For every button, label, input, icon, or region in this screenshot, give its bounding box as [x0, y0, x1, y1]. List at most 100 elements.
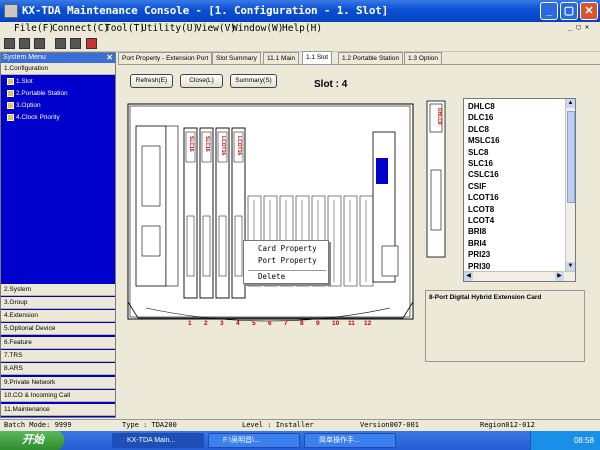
- taskbar: 开始 KX-TDA Main... F:\吴明昌\... 简单操作手... 08…: [0, 431, 600, 450]
- scroll-thumb[interactable]: [567, 111, 575, 203]
- slot-number: 3: [220, 320, 224, 327]
- vertical-scrollbar[interactable]: ▲ ▼: [565, 99, 575, 271]
- slot-number: 10: [332, 320, 340, 327]
- tree-item-slot[interactable]: 1.Slot: [7, 77, 33, 87]
- category-group[interactable]: 3.Group: [1, 297, 115, 309]
- card-type-item[interactable]: CSIF: [468, 182, 486, 191]
- card-type-item[interactable]: DLC8: [468, 125, 489, 134]
- tab-portable-station[interactable]: 1.2 Portable Station: [338, 52, 404, 64]
- tab-main[interactable]: 11.1 Main: [263, 52, 300, 64]
- category-optional-device[interactable]: 5.Optional Device: [1, 323, 115, 335]
- slot-11[interactable]: [343, 195, 358, 287]
- menu-file[interactable]: File(F): [14, 23, 54, 34]
- slot-10[interactable]: [327, 195, 342, 287]
- category-maintenance[interactable]: 11.Maintenance: [1, 404, 115, 416]
- slot-12[interactable]: [359, 195, 374, 287]
- scroll-up-icon[interactable]: ▲: [566, 99, 575, 108]
- slot-number: 6: [268, 320, 272, 327]
- card-type-item[interactable]: CSLC16: [468, 170, 499, 179]
- tab-port-property[interactable]: Port Property - Extension Port: [118, 52, 213, 64]
- minimize-button[interactable]: _: [540, 2, 558, 20]
- card-description: 8-Port Digital Hybrid Extension Card: [429, 294, 542, 301]
- mdi-controls[interactable]: _ ▢ ✕: [568, 23, 589, 31]
- menu-tool[interactable]: Tool(T): [105, 23, 145, 34]
- close-button[interactable]: Close(L): [180, 74, 223, 88]
- tab-slot-summary[interactable]: Slot Summary: [212, 52, 261, 64]
- card-type-item[interactable]: SLC16: [468, 159, 493, 168]
- slot-1[interactable]: SLC16: [183, 127, 198, 299]
- status-version: Version007-001: [360, 421, 420, 429]
- close-icon[interactable]: ✕: [106, 53, 113, 63]
- menu-item-delete[interactable]: Delete: [258, 272, 285, 281]
- menu-bar: File(F) Connect(C) Tool(T) Utility(U) Vi…: [0, 22, 600, 36]
- slot-number: 12: [364, 320, 372, 327]
- menu-view[interactable]: View(V): [196, 23, 236, 34]
- category-ars[interactable]: 8.ARS: [1, 363, 115, 375]
- card-type-item[interactable]: LCOT4: [468, 216, 494, 225]
- side-card-diagram[interactable]: DHLC8: [426, 100, 448, 260]
- tree-item-clock-priority[interactable]: 4.Clock Priority: [7, 113, 60, 123]
- scroll-left-icon[interactable]: ◀: [464, 272, 473, 281]
- category-system[interactable]: 2.System: [1, 284, 115, 296]
- menu-utility[interactable]: Utility(U): [141, 23, 198, 34]
- slot-number: 8: [300, 320, 304, 327]
- card-type-item[interactable]: DLC16: [468, 113, 493, 122]
- scroll-down-icon[interactable]: ▼: [566, 262, 575, 271]
- tree-item-option[interactable]: 3.Option: [7, 101, 41, 111]
- summary-button[interactable]: Summary(S): [230, 74, 277, 88]
- card-label: SLC16: [188, 136, 194, 152]
- scroll-right-icon[interactable]: ▶: [555, 272, 564, 281]
- card-type-item[interactable]: BRI4: [468, 239, 486, 248]
- toolbar: [0, 36, 600, 52]
- slot-2[interactable]: SLC16: [199, 127, 214, 299]
- card-type-item[interactable]: BRI8: [468, 227, 486, 236]
- category-co-incoming-call[interactable]: 10.CO & Incoming Call: [1, 390, 115, 402]
- slot-number: 2: [204, 320, 208, 327]
- menu-item-port-property[interactable]: Port Property: [258, 256, 317, 265]
- category-extension[interactable]: 4.Extension: [1, 310, 115, 322]
- task-manual[interactable]: 简单操作手...: [304, 433, 396, 448]
- task-folder[interactable]: F:\吴明昌\...: [208, 433, 300, 448]
- category-trs[interactable]: 7.TRS: [1, 350, 115, 362]
- close-window-button[interactable]: ✕: [580, 2, 598, 20]
- slot-3[interactable]: LCOT16: [215, 127, 230, 299]
- slot-number: 9: [316, 320, 320, 327]
- refresh-button[interactable]: Refresh(E): [130, 74, 173, 88]
- card-type-item[interactable]: DHLC8: [468, 102, 495, 111]
- start-button[interactable]: 开始: [0, 431, 64, 450]
- app-icon[interactable]: [4, 4, 18, 18]
- title-bar: KX-TDA Maintenance Console - [1. Configu…: [0, 0, 600, 22]
- open-icon[interactable]: [19, 38, 30, 49]
- connect-icon[interactable]: [55, 38, 66, 49]
- card-type-item[interactable]: SLC8: [468, 148, 488, 157]
- save-icon[interactable]: [34, 38, 45, 49]
- card-type-item[interactable]: PRI23: [468, 250, 490, 259]
- tab-slot[interactable]: 1.1 Slot: [302, 51, 333, 65]
- status-region: Region012-012: [480, 421, 535, 429]
- category-feature[interactable]: 6.Feature: [1, 337, 115, 349]
- menu-connect[interactable]: Connect(C): [52, 23, 109, 34]
- card-type-item[interactable]: PRI30: [468, 262, 490, 271]
- new-icon[interactable]: [4, 38, 15, 49]
- menu-window[interactable]: Window(W): [232, 23, 283, 34]
- category-configuration[interactable]: 1.Configuration: [1, 63, 115, 75]
- tree-item-portable-station[interactable]: 2.Portable Station: [7, 89, 68, 99]
- menu-item-card-property[interactable]: Card Property: [258, 244, 317, 253]
- menu-help[interactable]: Help(H): [282, 23, 322, 34]
- horizontal-scrollbar[interactable]: ◀ ▶: [464, 271, 575, 281]
- menu-separator: [248, 270, 326, 271]
- card-type-item[interactable]: LCOT8: [468, 205, 494, 214]
- slot-number: 11: [348, 320, 355, 327]
- category-private-network[interactable]: 9.Private Network: [1, 377, 115, 389]
- disconnect-icon[interactable]: [70, 38, 81, 49]
- slot-number: 7: [284, 320, 288, 327]
- status-bar: Batch Mode: 9999 Type : TDA200 Level : I…: [0, 419, 600, 431]
- tab-option[interactable]: 1.3 Option: [404, 52, 442, 64]
- maximize-button[interactable]: ▢: [560, 2, 578, 20]
- card-type-list[interactable]: DHLC8 DLC16 DLC8 MSLC16 SLC8 SLC16 CSLC16 CSIF L…: [463, 98, 576, 282]
- task-kx-tda[interactable]: KX-TDA Main...: [112, 433, 204, 448]
- card-type-item[interactable]: MSLC16: [468, 136, 500, 145]
- help-icon[interactable]: [86, 38, 97, 49]
- card-type-item[interactable]: LCOT16: [468, 193, 499, 202]
- card-label: LCOT16: [220, 136, 226, 155]
